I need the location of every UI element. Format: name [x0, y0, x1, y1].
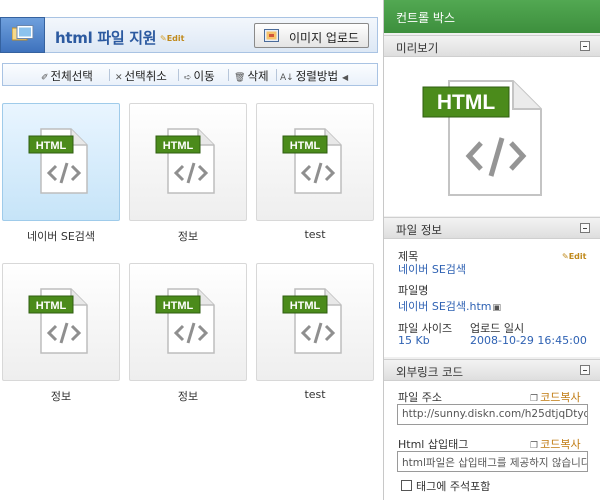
external-link-section-title: 외부링크 코드 — [396, 365, 464, 379]
filesize-value: 15 Kb — [398, 334, 430, 347]
select-icon: ✐ — [41, 73, 49, 83]
preview-section-title: 미리보기 — [396, 41, 439, 55]
html-file-icon: HTML — [28, 288, 88, 354]
file-address-field[interactable]: http://sunny.diskn.com/h25dtjqDtyq — [397, 404, 588, 425]
copy-code-label: 코드복사 — [540, 391, 581, 404]
thumbnail-label: 정보 — [177, 230, 199, 243]
thumb-badge: HTML — [36, 300, 67, 312]
thumb-badge: HTML — [163, 140, 194, 152]
comment-checkbox-label: 태그에 주석포함 — [416, 480, 491, 493]
page-title: html 파일 지원 — [55, 29, 157, 47]
file-thumbnail[interactable]: HTML — [2, 263, 120, 381]
filename-text: 네이버 SE검색.htm — [398, 300, 492, 313]
delete-label: 삭제 — [247, 69, 269, 83]
upload-button-label: 이미지 업로드 — [289, 31, 360, 45]
comment-checkbox[interactable] — [401, 480, 412, 491]
file-info-section-title: 파일 정보 — [396, 223, 442, 237]
file-thumbnail[interactable]: HTML — [129, 103, 247, 221]
select-all-label: 전체선택 — [50, 69, 93, 83]
html-file-icon: HTML — [282, 128, 342, 194]
html-tag-label: Html 삽입태그 — [398, 438, 469, 451]
thumbnail-label: 네이버 SE검색 — [26, 230, 96, 243]
html-file-icon: HTML — [28, 128, 88, 194]
pencil-icon: ✎ — [562, 252, 569, 261]
folder-header: html 파일 지원 ✎Edit 이미지 업로드 — [0, 17, 378, 53]
file-info-area: 제목 ✎Edit 네이버 SE검색 파일명 네이버 SE검색.htm▣ 파일 사… — [384, 239, 600, 357]
collapse-icon[interactable] — [580, 41, 590, 51]
toolbar-divider — [276, 69, 277, 81]
thumbnail-label: test — [304, 228, 326, 241]
title-value: 네이버 SE검색 — [398, 263, 467, 276]
html-tag-field[interactable]: html파일은 삽입태그를 제공하지 않습니다 — [397, 451, 588, 472]
file-toolbar: ✐ 전체선택 ✕ 선택취소 ➪ 이동 🗑 삭제 A↓ 정렬방법 ◀ — [2, 63, 378, 86]
caret-left-icon: ◀ — [342, 73, 349, 82]
thumb-badge: HTML — [36, 140, 67, 152]
file-browser: html 파일 지원 ✎Edit 이미지 업로드 ✐ 전체선택 ✕ 선택취소 ➪ 이동… — [0, 0, 383, 500]
thumbnail-label: 정보 — [177, 390, 199, 403]
title-edit-link[interactable]: ✎Edit — [562, 252, 586, 261]
save-icon: ▣ — [492, 303, 502, 313]
file-thumbnail[interactable]: HTML — [2, 103, 120, 221]
upload-date-value: 2008-10-29 16:45:00 — [470, 334, 587, 347]
preview-section-header: 미리보기 — [384, 35, 600, 57]
copy-address-button[interactable]: ❐ 코드복사 — [530, 389, 581, 405]
copy-code-label: 코드복사 — [540, 438, 581, 451]
sort-icon: A↓ — [280, 73, 294, 83]
move-label: 이동 — [193, 69, 215, 83]
image-upload-button[interactable]: 이미지 업로드 — [254, 23, 369, 48]
file-info-section-header: 파일 정보 — [384, 217, 600, 239]
thumb-badge: HTML — [290, 300, 321, 312]
image-upload-icon — [264, 29, 279, 42]
copy-icon: ❐ — [530, 441, 539, 451]
copy-tag-button[interactable]: ❐ 코드복사 — [530, 436, 581, 452]
collapse-icon[interactable] — [580, 223, 590, 233]
sort-button[interactable]: A↓ 정렬방법 ◀ — [280, 68, 350, 84]
file-thumbnail[interactable]: HTML — [256, 263, 374, 381]
filename-label: 파일명 — [398, 284, 429, 297]
filename-value[interactable]: 네이버 SE검색.htm▣ — [398, 298, 501, 314]
html-file-icon: HTML — [155, 288, 215, 354]
control-box-panel: 컨트롤 박스 미리보기 HTML 파일 정보 제목 ✎Edit 네이버 SE검색… — [383, 0, 600, 500]
move-icon: ➪ — [184, 73, 192, 83]
thumbnail-label: 정보 — [50, 390, 72, 403]
html-file-icon: HTML — [155, 128, 215, 194]
file-thumbnail[interactable]: HTML — [129, 263, 247, 381]
select-all-button[interactable]: ✐ 전체선택 — [41, 68, 93, 84]
title-edit-link[interactable]: ✎Edit — [160, 34, 184, 43]
edit-label: Edit — [166, 34, 185, 43]
file-thumbnail[interactable]: HTML — [256, 103, 374, 221]
file-address-label: 파일 주소 — [398, 391, 442, 404]
edit-label: Edit — [568, 252, 587, 261]
pencil-icon: ✎ — [160, 34, 167, 43]
move-button[interactable]: ➪ 이동 — [184, 68, 215, 84]
gallery-icon — [12, 25, 34, 41]
html-file-preview-icon: HTML — [422, 80, 542, 196]
sort-label: 정렬방법 — [295, 69, 339, 83]
trash-icon: 🗑 — [234, 73, 246, 83]
deselect-label: 선택취소 — [124, 69, 167, 83]
external-link-section-header: 외부링크 코드 — [384, 359, 600, 381]
toolbar-divider — [178, 69, 179, 81]
folder-icon-box — [0, 17, 45, 53]
delete-button[interactable]: 🗑 삭제 — [234, 68, 269, 84]
preview-area: HTML — [384, 57, 600, 216]
toolbar-divider — [228, 69, 229, 81]
deselect-button[interactable]: ✕ 선택취소 — [115, 68, 167, 84]
preview-badge: HTML — [437, 91, 495, 114]
thumbnail-label: test — [304, 388, 326, 401]
panel-title: 컨트롤 박스 — [384, 0, 600, 33]
toolbar-divider — [109, 69, 110, 81]
thumb-badge: HTML — [290, 140, 321, 152]
cancel-icon: ✕ — [115, 73, 123, 83]
collapse-icon[interactable] — [580, 365, 590, 375]
thumb-badge: HTML — [163, 300, 194, 312]
copy-icon: ❐ — [530, 394, 539, 404]
html-file-icon: HTML — [282, 288, 342, 354]
